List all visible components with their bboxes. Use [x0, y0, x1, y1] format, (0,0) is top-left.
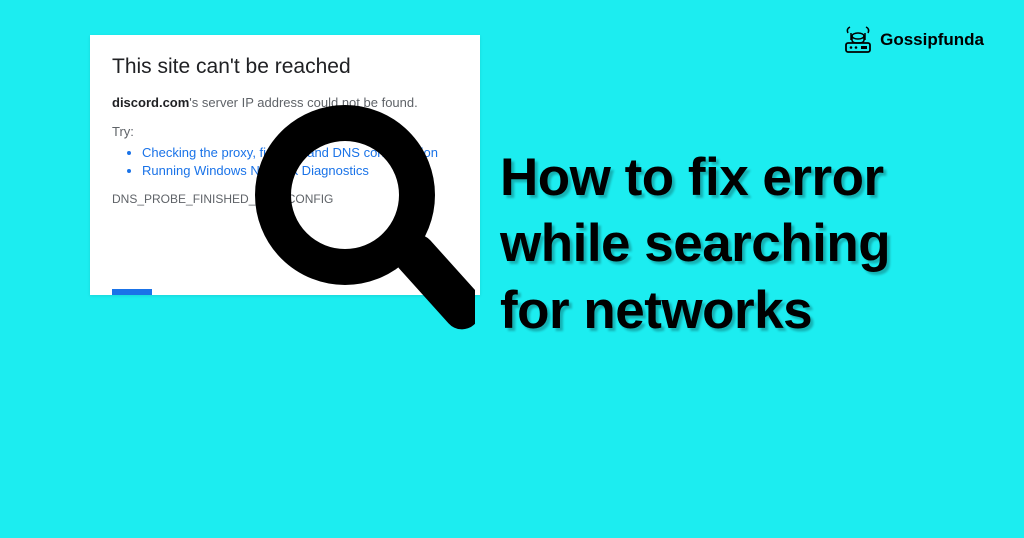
headline-line: while searching: [500, 211, 1000, 277]
magnifying-glass-icon: [245, 100, 475, 360]
brand-logo: Gossipfunda: [842, 25, 984, 55]
error-title: This site can't be reached: [112, 55, 458, 79]
headline-line: for networks: [500, 278, 1000, 344]
router-icon: [842, 25, 874, 55]
reload-button[interactable]: [112, 289, 152, 295]
error-domain: discord.com: [112, 95, 189, 110]
brand-name: Gossipfunda: [880, 30, 984, 50]
headline-line: How to fix error: [500, 145, 1000, 211]
headline: How to fix error while searching for net…: [500, 145, 1000, 344]
